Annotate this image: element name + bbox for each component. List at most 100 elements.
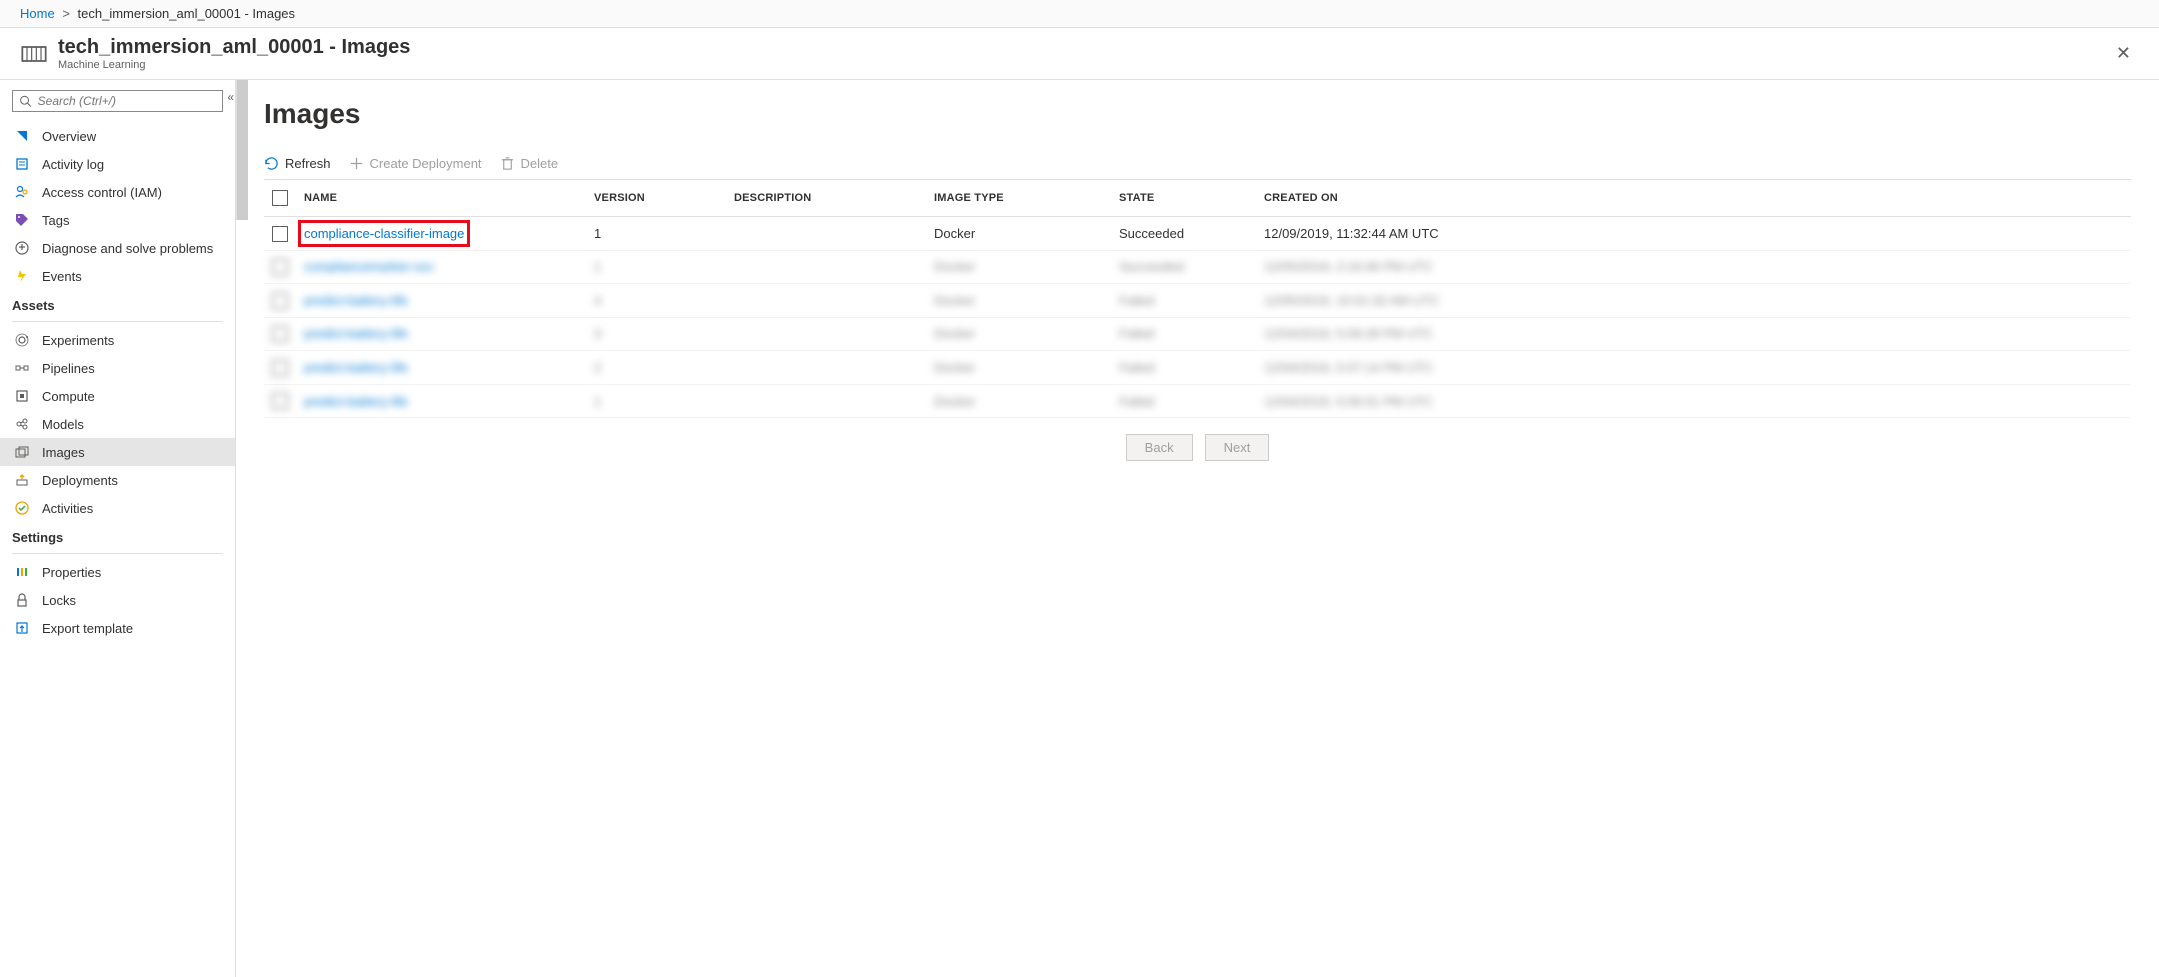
checkbox-icon[interactable] <box>272 393 288 409</box>
cell-version: 1 <box>586 217 726 251</box>
checkbox-icon[interactable] <box>272 326 288 342</box>
checkbox-icon[interactable] <box>272 293 288 309</box>
row-checkbox-cell[interactable] <box>264 284 296 318</box>
cell-description <box>726 250 926 284</box>
locks-icon <box>14 592 30 608</box>
cell-description <box>726 351 926 385</box>
image-name-link[interactable]: predict-battery-life <box>304 360 408 375</box>
header-name[interactable]: NAME <box>296 180 586 217</box>
create-deployment-button[interactable]: Create Deployment <box>349 156 482 171</box>
checkbox-icon[interactable] <box>272 190 288 206</box>
pager-back-button[interactable]: Back <box>1126 434 1193 461</box>
header-version[interactable]: VERSION <box>586 180 726 217</box>
checkbox-icon[interactable] <box>272 360 288 376</box>
nav-item-properties[interactable]: Properties <box>0 558 235 586</box>
nav-item-events[interactable]: Events <box>0 262 235 290</box>
export-icon <box>14 620 30 636</box>
images-table: NAME VERSION DESCRIPTION IMAGE TYPE STAT… <box>264 180 2131 418</box>
refresh-button[interactable]: Refresh <box>264 156 331 171</box>
image-name-link[interactable]: compliancemarker-svc <box>304 259 434 274</box>
header-image-type[interactable]: IMAGE TYPE <box>926 180 1111 217</box>
nav-item-label: Activities <box>42 501 93 516</box>
nav-item-pipelines[interactable]: Pipelines <box>0 354 235 382</box>
cell-image-type: Docker <box>926 351 1111 385</box>
row-checkbox-cell[interactable] <box>264 217 296 251</box>
cell-state: Failed <box>1111 284 1256 318</box>
table-row[interactable]: predict-battery-life2DockerFailed12/04/2… <box>264 351 2131 385</box>
cell-name: predict-battery-life <box>296 351 586 385</box>
images-icon <box>14 444 30 460</box>
search-box[interactable] <box>12 90 223 112</box>
delete-button[interactable]: Delete <box>500 156 559 171</box>
cell-image-type: Docker <box>926 284 1111 318</box>
cell-created-on: 12/04/2019, 5:06:01 PM UTC <box>1256 384 2131 418</box>
header-state[interactable]: STATE <box>1111 180 1256 217</box>
nav-section-settings: Settings <box>0 522 235 549</box>
nav-item-locks[interactable]: Locks <box>0 586 235 614</box>
nav-item-label: Events <box>42 269 82 284</box>
nav-item-experiments[interactable]: Experiments <box>0 326 235 354</box>
cell-version: 1 <box>586 384 726 418</box>
table-row[interactable]: predict-battery-life3DockerFailed12/04/2… <box>264 317 2131 351</box>
activities-icon <box>14 500 30 516</box>
table-row[interactable]: predict-battery-life4DockerFailed12/05/2… <box>264 284 2131 318</box>
cell-description <box>726 317 926 351</box>
nav-item-export-template[interactable]: Export template <box>0 614 235 642</box>
select-all-header[interactable] <box>264 180 296 217</box>
checkbox-icon[interactable] <box>272 226 288 242</box>
nav-item-models[interactable]: Models <box>0 410 235 438</box>
pager-next-button[interactable]: Next <box>1205 434 1270 461</box>
header-created-on[interactable]: CREATED ON <box>1256 180 2131 217</box>
nav-item-label: Access control (IAM) <box>42 185 162 200</box>
nav-item-activities[interactable]: Activities <box>0 494 235 522</box>
cell-state: Failed <box>1111 351 1256 385</box>
resource-icon <box>20 40 48 68</box>
cell-state: Succeeded <box>1111 250 1256 284</box>
row-checkbox-cell[interactable] <box>264 317 296 351</box>
table-row[interactable]: compliance-classifier-image1DockerSuccee… <box>264 217 2131 251</box>
close-button[interactable]: ✕ <box>2108 39 2139 68</box>
cell-state: Succeeded <box>1111 217 1256 251</box>
scrollbar[interactable] <box>236 80 248 220</box>
collapse-sidebar-icon[interactable]: « <box>225 88 236 106</box>
search-input[interactable] <box>38 94 216 108</box>
overview-icon <box>14 128 30 144</box>
row-checkbox-cell[interactable] <box>264 384 296 418</box>
row-checkbox-cell[interactable] <box>264 351 296 385</box>
cell-description <box>726 217 926 251</box>
image-name-link[interactable]: predict-battery-life <box>304 326 408 341</box>
nav-item-overview[interactable]: Overview <box>0 122 235 150</box>
nav-item-label: Experiments <box>42 333 114 348</box>
iam-icon <box>14 184 30 200</box>
nav-item-access-control-iam-[interactable]: Access control (IAM) <box>0 178 235 206</box>
checkbox-icon[interactable] <box>272 259 288 275</box>
header-description[interactable]: DESCRIPTION <box>726 180 926 217</box>
nav-item-activity-log[interactable]: Activity log <box>0 150 235 178</box>
table-row[interactable]: compliancemarker-svc1DockerSucceeded12/0… <box>264 250 2131 284</box>
nav-item-label: Compute <box>42 389 95 404</box>
tags-icon <box>14 212 30 228</box>
row-checkbox-cell[interactable] <box>264 250 296 284</box>
breadcrumb-current: tech_immersion_aml_00001 - Images <box>78 6 296 21</box>
cell-created-on: 12/04/2019, 5:07:14 PM UTC <box>1256 351 2131 385</box>
cell-name: compliance-classifier-image <box>296 217 586 251</box>
nav-item-diagnose-and-solve-problems[interactable]: Diagnose and solve problems <box>0 234 235 262</box>
cell-name: predict-battery-life <box>296 284 586 318</box>
delete-label: Delete <box>521 156 559 171</box>
nav-item-deployments[interactable]: Deployments <box>0 466 235 494</box>
table-row[interactable]: predict-battery-life1DockerFailed12/04/2… <box>264 384 2131 418</box>
cell-image-type: Docker <box>926 384 1111 418</box>
pager: Back Next <box>264 434 2131 461</box>
nav-item-compute[interactable]: Compute <box>0 382 235 410</box>
nav-item-tags[interactable]: Tags <box>0 206 235 234</box>
page-title: Images <box>264 98 2131 130</box>
breadcrumb-home[interactable]: Home <box>20 6 55 21</box>
main-content: Images Refresh Create Deployment Delete … <box>236 80 2159 977</box>
nav-item-images[interactable]: Images <box>0 438 235 466</box>
nav-item-label: Images <box>42 445 85 460</box>
plus-icon <box>349 156 364 171</box>
image-name-link[interactable]: predict-battery-life <box>304 394 408 409</box>
image-name-link[interactable]: predict-battery-life <box>304 293 408 308</box>
breadcrumb-separator: > <box>62 6 70 21</box>
image-name-link[interactable]: compliance-classifier-image <box>304 226 464 241</box>
